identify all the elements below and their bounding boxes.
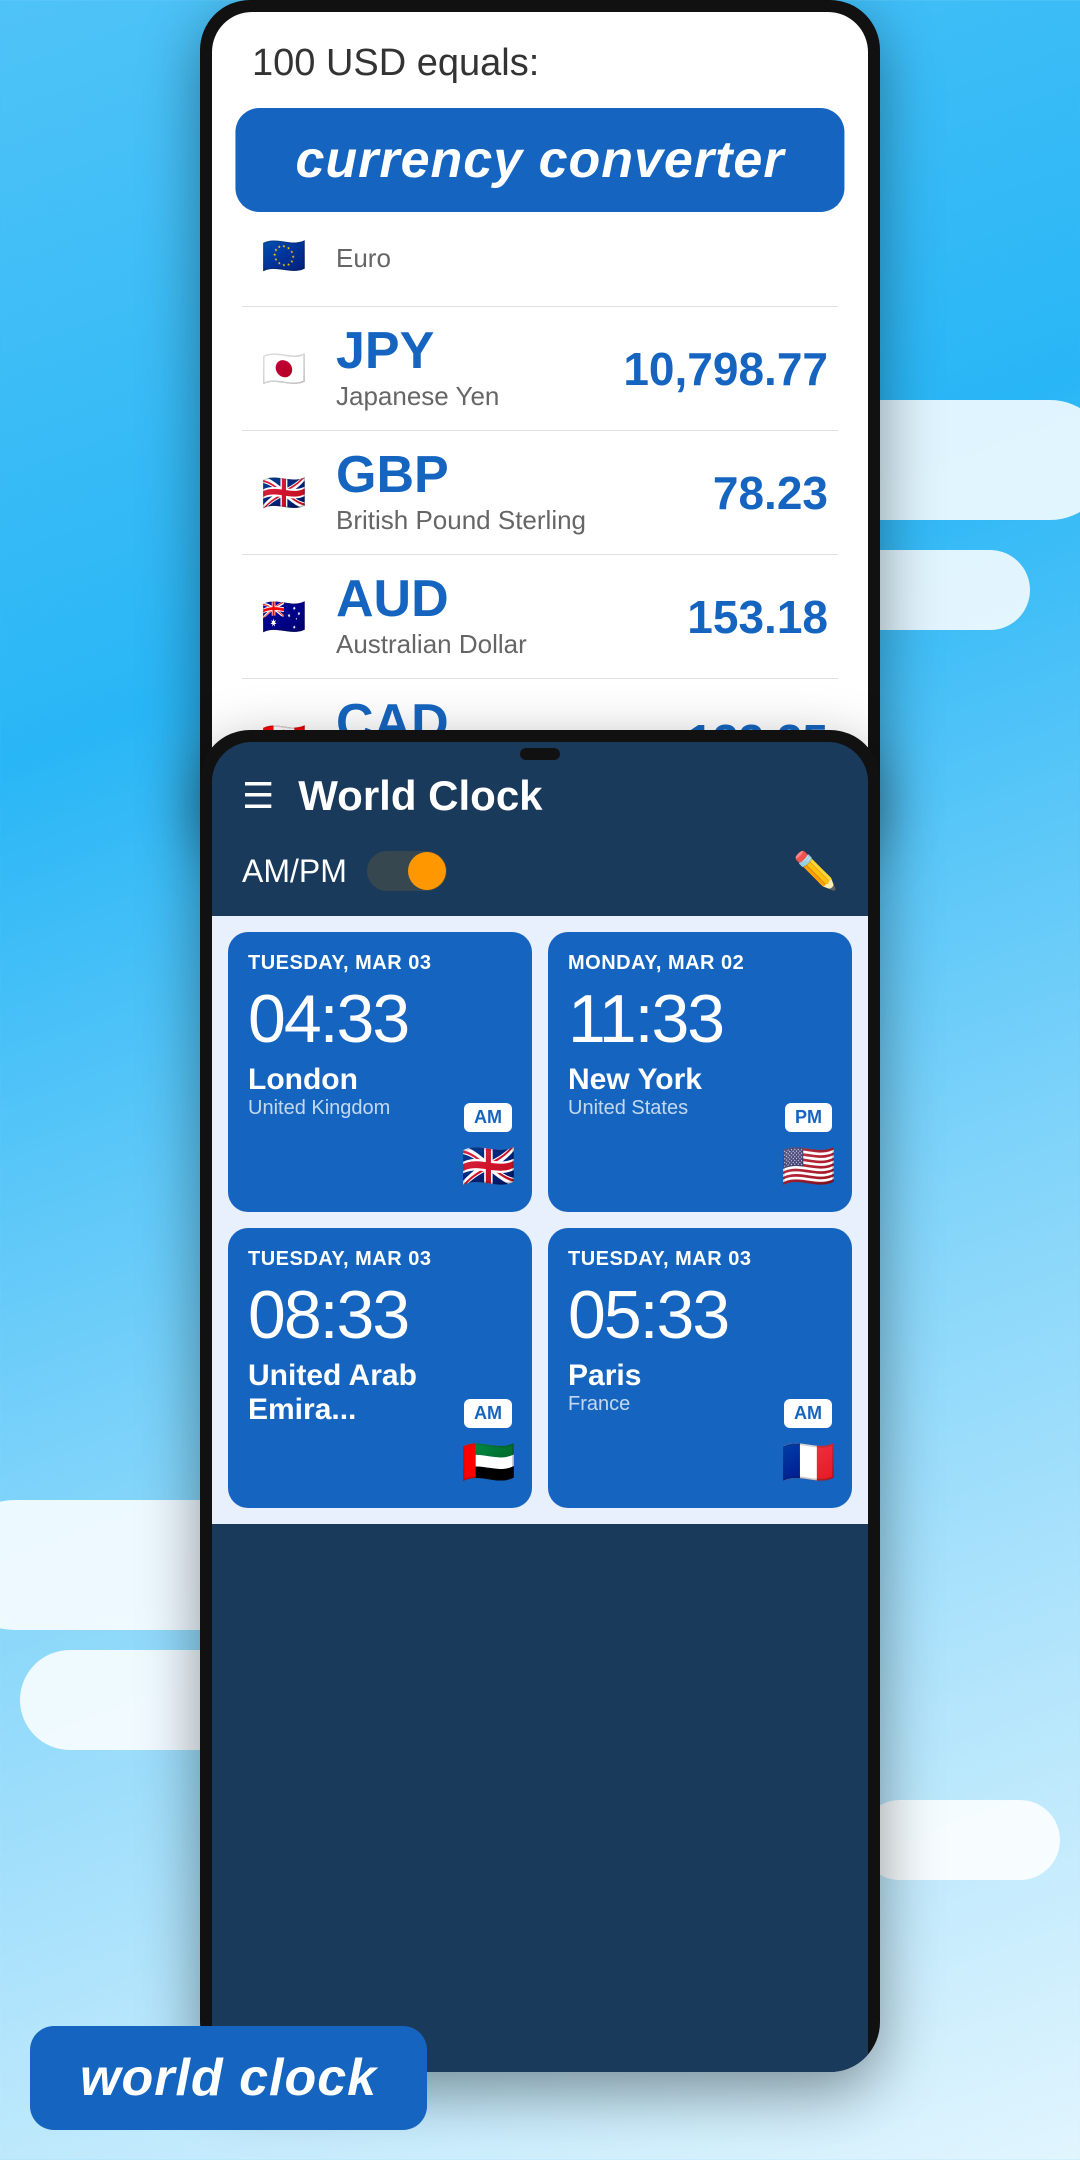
currency-code-gbp: GBP <box>336 449 713 501</box>
ampm-label: AM/PM <box>242 853 347 890</box>
clock-city-london: London <box>248 1063 512 1097</box>
flag-uk-icon: 🇬🇧 <box>461 1140 516 1192</box>
ampm-toggle[interactable] <box>367 851 447 891</box>
currency-name-eur: Euro <box>336 243 828 274</box>
clock-card-paris[interactable]: TUESDAY, MAR 03 05:33 AM Paris France 🇫🇷 <box>548 1228 852 1508</box>
world-clock-label: world clock <box>30 2026 427 2130</box>
currency-converter-label: currency converter <box>235 108 844 212</box>
currency-title: 100 USD equals: <box>242 42 838 85</box>
hamburger-menu-icon[interactable]: ☰ <box>242 775 274 817</box>
clock-card-newyork[interactable]: MONDAY, MAR 02 11:33 PM New York United … <box>548 932 852 1212</box>
clock-date-uae: TUESDAY, MAR 03 <box>248 1248 512 1271</box>
currency-row-eur[interactable]: 🇪🇺 Euro <box>242 206 838 307</box>
edit-icon[interactable]: ✏️ <box>793 850 838 892</box>
clock-date-newyork: MONDAY, MAR 02 <box>568 952 832 975</box>
clock-grid: TUESDAY, MAR 03 04:33 AM London United K… <box>212 916 868 1524</box>
clock-city-paris: Paris <box>568 1359 832 1393</box>
clock-time-paris: 05:33 <box>568 1281 832 1349</box>
currency-row-gbp[interactable]: 🇬🇧 GBP British Pound Sterling 78.23 <box>242 431 838 555</box>
world-clock-phone: ☰ World Clock AM/PM ✏️ TUESDAY, MAR 03 0… <box>200 730 880 2072</box>
world-clock-header: ☰ World Clock AM/PM ✏️ <box>212 742 868 916</box>
clock-date-paris: TUESDAY, MAR 03 <box>568 1248 832 1271</box>
currency-value-aud: 153.18 <box>687 590 828 644</box>
currency-info-jpy: JPY Japanese Yen <box>336 325 623 412</box>
currency-info-eur: Euro <box>336 239 828 274</box>
currency-code-aud: AUD <box>336 573 687 625</box>
clock-time-london: 04:33 <box>248 985 512 1053</box>
currency-value-jpy: 10,798.77 <box>623 342 828 396</box>
phone-screen-bottom: ☰ World Clock AM/PM ✏️ TUESDAY, MAR 03 0… <box>212 742 868 2072</box>
currency-info-aud: AUD Australian Dollar <box>336 573 687 660</box>
ampm-badge-paris: AM <box>784 1399 832 1428</box>
currency-name-aud: Australian Dollar <box>336 629 687 660</box>
flag-fr-icon: 🇫🇷 <box>781 1436 836 1488</box>
flag-gbp: 🇬🇧 <box>252 461 316 525</box>
flag-eur: 🇪🇺 <box>252 224 316 288</box>
clock-card-uae[interactable]: TUESDAY, MAR 03 08:33 AM United Arab Emi… <box>228 1228 532 1508</box>
currency-name-jpy: Japanese Yen <box>336 381 623 412</box>
toggle-knob <box>408 852 446 890</box>
currency-row-jpy[interactable]: 🇯🇵 JPY Japanese Yen 10,798.77 <box>242 307 838 431</box>
flag-aud: 🇦🇺 <box>252 585 316 649</box>
currency-code-jpy: JPY <box>336 325 623 377</box>
ampm-badge-uae: AM <box>464 1399 512 1428</box>
clock-time-uae: 08:33 <box>248 1281 512 1349</box>
ampm-badge-newyork: PM <box>785 1103 832 1132</box>
clock-time-newyork: 11:33 <box>568 985 832 1053</box>
currency-info-gbp: GBP British Pound Sterling <box>336 449 713 536</box>
flag-us-icon: 🇺🇸 <box>781 1140 836 1192</box>
flag-jpy: 🇯🇵 <box>252 337 316 401</box>
currency-value-gbp: 78.23 <box>713 466 828 520</box>
cloud-decoration <box>860 1800 1060 1880</box>
clock-date-london: TUESDAY, MAR 03 <box>248 952 512 975</box>
ampm-badge-london: AM <box>464 1103 512 1132</box>
clock-card-london[interactable]: TUESDAY, MAR 03 04:33 AM London United K… <box>228 932 532 1212</box>
world-clock-controls: AM/PM ✏️ <box>242 840 838 916</box>
world-clock-title-bar: ☰ World Clock <box>242 772 838 820</box>
currency-row-aud[interactable]: 🇦🇺 AUD Australian Dollar 153.18 <box>242 555 838 679</box>
currency-name-gbp: British Pound Sterling <box>336 505 713 536</box>
world-clock-title: World Clock <box>298 772 542 820</box>
flag-ae-icon: 🇦🇪 <box>461 1436 516 1488</box>
phone-notch <box>520 748 560 760</box>
clock-city-newyork: New York <box>568 1063 832 1097</box>
